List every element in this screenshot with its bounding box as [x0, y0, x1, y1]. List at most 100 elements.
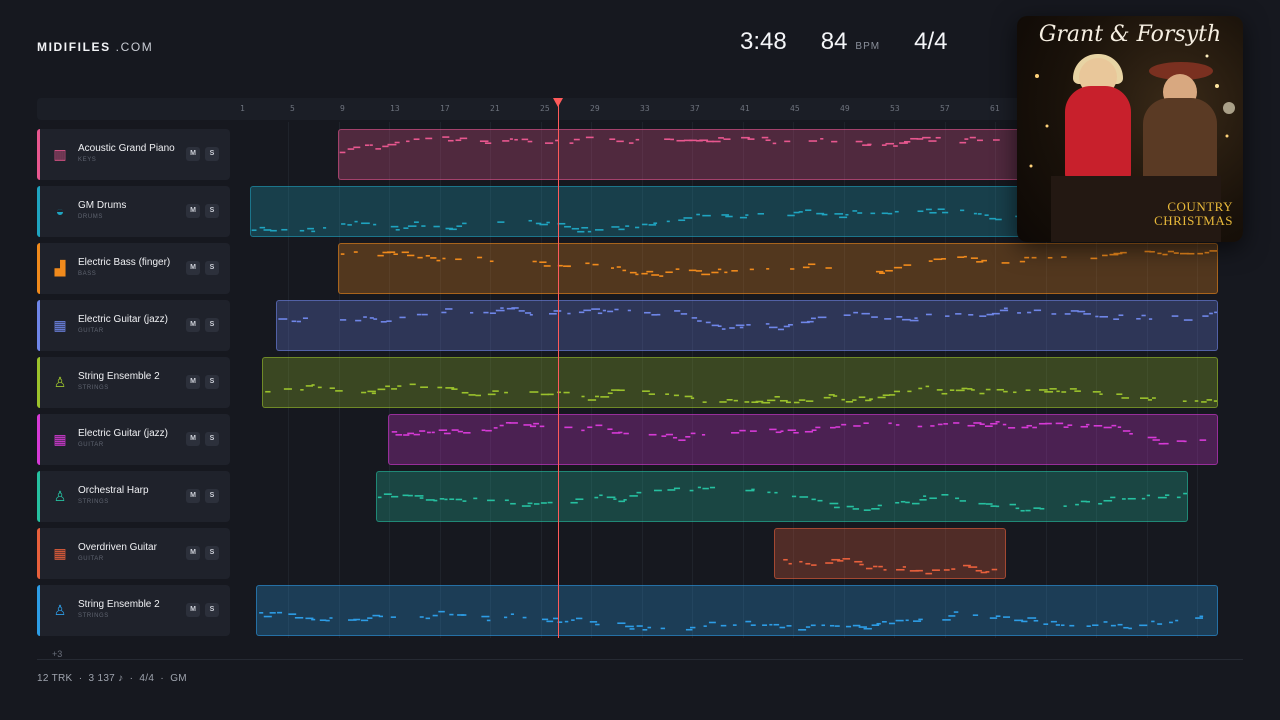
note — [377, 254, 384, 257]
track-header[interactable]: ▦ Electric Guitar (jazz) GUITAR M S — [37, 414, 230, 465]
note — [589, 621, 598, 623]
brand-logo[interactable]: MIDIFILES .COM — [37, 40, 153, 54]
note — [689, 139, 697, 142]
note — [543, 265, 551, 267]
note — [665, 393, 670, 395]
note — [990, 505, 997, 507]
note — [614, 308, 619, 311]
track-header[interactable]: ▦ Electric Guitar (jazz) GUITAR M S — [37, 300, 230, 351]
note — [473, 497, 478, 500]
note — [732, 624, 737, 626]
note — [1120, 251, 1127, 254]
solo-button[interactable]: S — [205, 318, 219, 332]
note — [1157, 252, 1162, 255]
note — [815, 426, 821, 429]
note — [995, 218, 1002, 221]
track-header[interactable]: ♙ Orchestral Harp STRINGS M S — [37, 471, 230, 522]
solo-button[interactable]: S — [205, 603, 219, 617]
note — [622, 269, 627, 272]
note — [653, 489, 662, 492]
note — [363, 316, 367, 318]
note — [865, 567, 873, 570]
mute-button[interactable]: M — [186, 204, 200, 218]
solo-button[interactable]: S — [205, 375, 219, 389]
mute-button[interactable]: M — [186, 546, 200, 560]
track-color-bar — [37, 585, 40, 636]
mute-button[interactable]: M — [186, 489, 200, 503]
midi-clip[interactable] — [774, 528, 1006, 579]
midi-clip[interactable] — [376, 471, 1188, 522]
note — [984, 425, 993, 428]
note — [1199, 439, 1207, 441]
note — [733, 399, 738, 402]
track-header[interactable]: ♙ String Ensemble 2 STRINGS M S — [37, 357, 230, 408]
violin-icon: ♙ — [53, 374, 67, 390]
note — [468, 394, 476, 396]
note — [438, 610, 445, 613]
solo-button[interactable]: S — [205, 204, 219, 218]
note — [1038, 389, 1048, 391]
note — [665, 271, 673, 274]
track-name: GM Drums — [78, 200, 127, 211]
midi-clip[interactable] — [388, 414, 1218, 465]
mute-button[interactable]: M — [186, 261, 200, 275]
note — [941, 392, 948, 395]
note — [1027, 617, 1037, 619]
solo-button[interactable]: S — [205, 261, 219, 275]
note — [779, 399, 788, 402]
track-color-bar — [37, 414, 40, 465]
note — [387, 251, 396, 253]
mute-button[interactable]: M — [186, 603, 200, 617]
note — [391, 495, 399, 498]
note — [673, 394, 679, 397]
ruler-tick: 41 — [740, 104, 750, 113]
clip-notes — [783, 558, 998, 575]
track-header[interactable]: ♙ String Ensemble 2 STRINGS M S — [37, 585, 230, 636]
track-name: Electric Guitar (jazz) — [78, 314, 169, 325]
note — [929, 497, 937, 500]
note — [651, 274, 660, 276]
note — [564, 426, 573, 429]
mute-button[interactable]: M — [186, 375, 200, 389]
note — [441, 311, 447, 314]
note — [270, 229, 277, 232]
note — [745, 620, 752, 623]
midi-clip[interactable] — [276, 300, 1218, 351]
mute-button[interactable]: M — [186, 147, 200, 161]
note — [774, 491, 778, 494]
solo-button[interactable]: S — [205, 432, 219, 446]
note — [581, 226, 589, 229]
note — [1201, 401, 1207, 403]
mute-button[interactable]: M — [186, 432, 200, 446]
note — [307, 227, 314, 230]
note — [578, 311, 585, 314]
playhead[interactable] — [553, 98, 563, 638]
more-tracks-label[interactable]: +3 — [52, 649, 62, 659]
midi-clip[interactable] — [338, 243, 1218, 294]
note — [925, 385, 930, 388]
midi-clip[interactable] — [256, 585, 1218, 636]
violin-icon: ♙ — [53, 602, 67, 618]
note — [571, 619, 575, 621]
note — [769, 623, 773, 626]
note — [746, 324, 751, 326]
track-header[interactable]: ▟ Electric Bass (finger) BASS M S — [37, 243, 230, 294]
solo-button[interactable]: S — [205, 147, 219, 161]
note — [393, 253, 398, 255]
solo-button[interactable]: S — [205, 546, 219, 560]
note — [1055, 422, 1064, 425]
note — [354, 220, 358, 223]
note — [413, 433, 420, 436]
note — [407, 225, 417, 227]
solo-button[interactable]: S — [205, 489, 219, 503]
track-header[interactable]: ◒ GM Drums DRUMS M S — [37, 186, 230, 237]
note — [500, 307, 504, 309]
track-header[interactable]: ▦ Overdriven Guitar GUITAR M S — [37, 528, 230, 579]
note — [587, 230, 592, 233]
note — [413, 221, 419, 223]
track-header[interactable]: ▥ Acoustic Grand Piano KEYS M S — [37, 129, 230, 180]
note — [395, 434, 403, 436]
mute-button[interactable]: M — [186, 318, 200, 332]
note — [678, 439, 686, 441]
midi-clip[interactable] — [262, 357, 1218, 408]
